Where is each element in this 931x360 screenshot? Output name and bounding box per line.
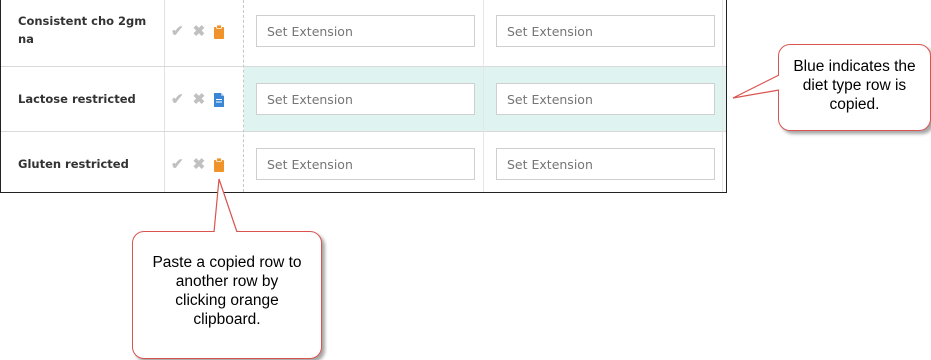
check-icon[interactable]: ✔ bbox=[171, 157, 184, 172]
set-extension-input[interactable] bbox=[496, 15, 715, 47]
callout-pointer bbox=[213, 178, 238, 233]
diet-type-label: Consistent cho 2gm na bbox=[18, 14, 147, 46]
set-extension-input[interactable] bbox=[256, 15, 475, 47]
table-row: Consistent cho 2gm na ✔ ✖ bbox=[1, 0, 726, 67]
column-divider bbox=[243, 0, 244, 192]
table-row: Gluten restricted ✔ ✖ bbox=[1, 132, 726, 192]
set-extension-input[interactable] bbox=[256, 83, 475, 115]
document-icon[interactable] bbox=[214, 92, 225, 107]
clipboard-icon[interactable] bbox=[214, 24, 225, 39]
x-icon[interactable]: ✖ bbox=[193, 157, 206, 172]
clipboard-icon[interactable] bbox=[214, 157, 225, 172]
check-icon[interactable]: ✔ bbox=[171, 92, 184, 107]
set-extension-input[interactable] bbox=[256, 148, 475, 180]
row-actions: ✔ ✖ bbox=[171, 154, 225, 174]
x-icon[interactable]: ✖ bbox=[193, 92, 206, 107]
copied-row-callout: Blue indicates the diet type row is copi… bbox=[778, 44, 931, 131]
paste-row-callout: Paste a copied row to another row by cli… bbox=[132, 231, 322, 359]
column-divider bbox=[483, 0, 484, 192]
row-actions: ✔ ✖ bbox=[171, 89, 225, 109]
diet-type-label: Lactose restricted bbox=[18, 92, 136, 106]
callout-text: Paste a copied row to another row by cli… bbox=[152, 254, 302, 328]
row-actions: ✔ ✖ bbox=[171, 21, 225, 41]
set-extension-input[interactable] bbox=[496, 83, 715, 115]
diet-type-label: Gluten restricted bbox=[18, 157, 129, 171]
set-extension-input[interactable] bbox=[496, 148, 715, 180]
table-row-copied: Lactose restricted ✔ ✖ bbox=[1, 67, 726, 132]
diet-extension-grid: Consistent cho 2gm na ✔ ✖ Lactose restri… bbox=[0, 0, 727, 193]
check-icon[interactable]: ✔ bbox=[171, 24, 184, 39]
x-icon[interactable]: ✖ bbox=[193, 24, 206, 39]
column-divider bbox=[722, 0, 723, 192]
callout-pointer bbox=[732, 74, 780, 99]
callout-text: Blue indicates the diet type row is copi… bbox=[793, 58, 916, 113]
